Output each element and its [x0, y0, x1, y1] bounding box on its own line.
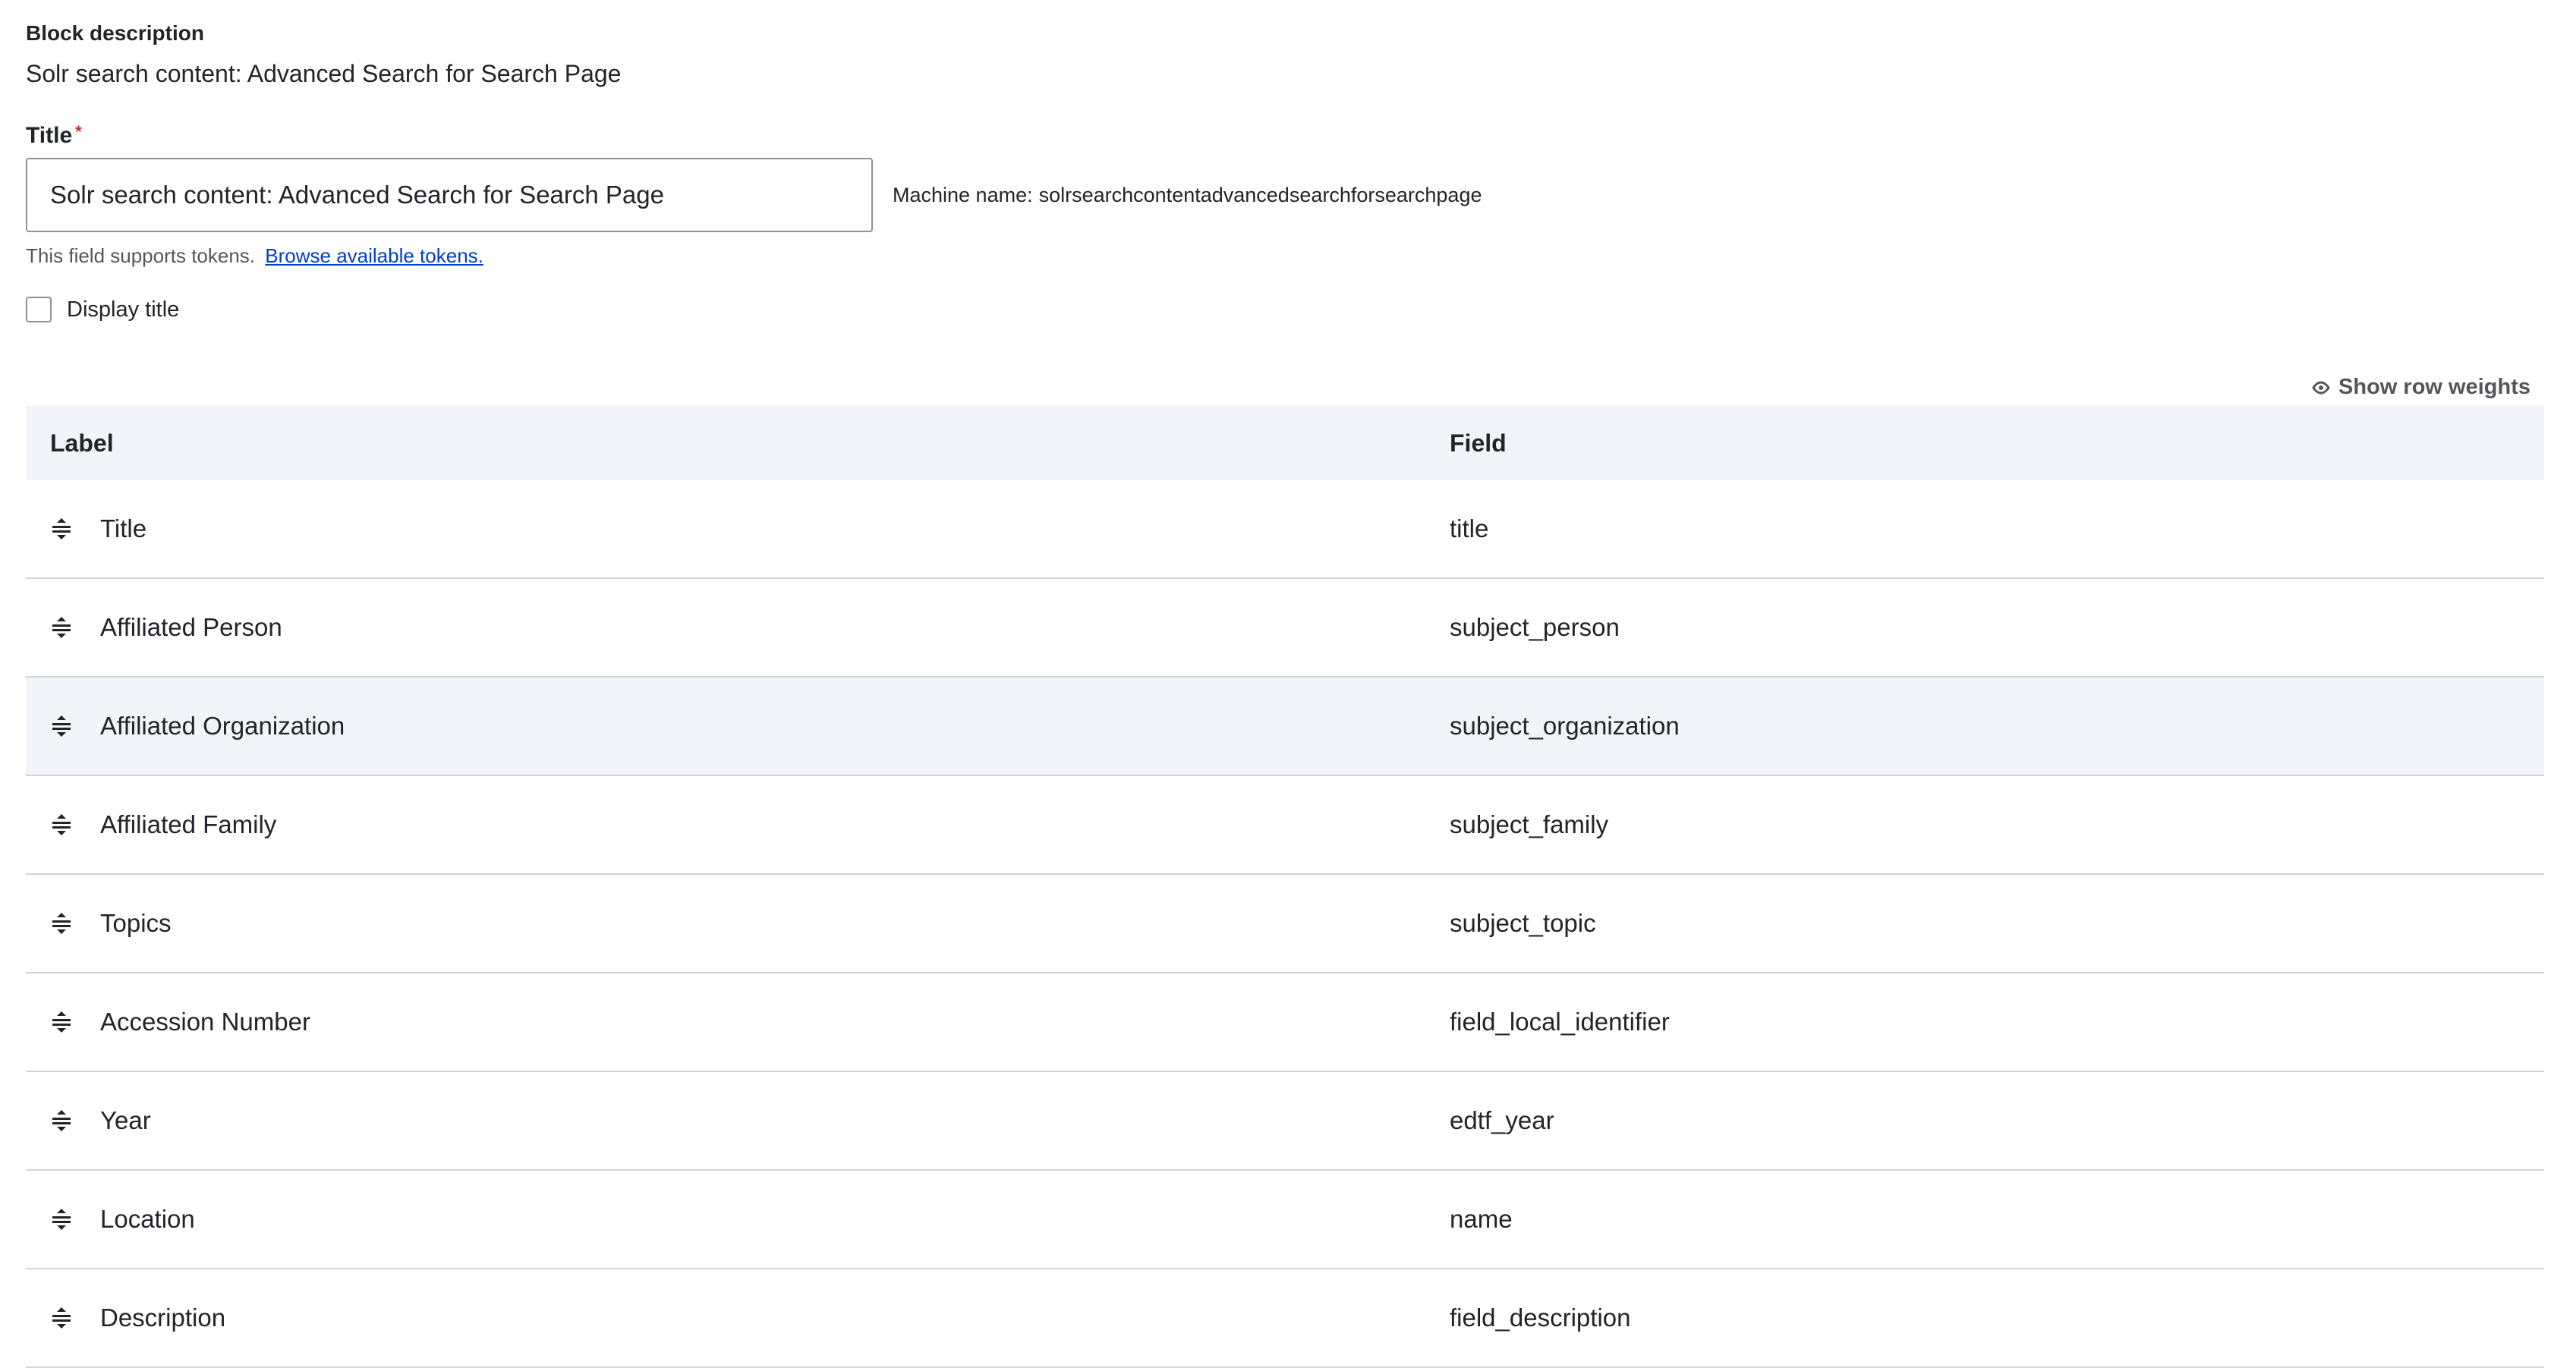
drag-handle-icon[interactable]: [50, 714, 73, 738]
table-row: Description field_description: [26, 1269, 2544, 1368]
title-field-row: Machine name: solrsearchcontentadvanceds…: [26, 158, 2550, 232]
title-input[interactable]: [26, 158, 873, 232]
row-label: Description: [100, 1304, 226, 1332]
eye-icon: [2312, 380, 2330, 395]
row-field: subject_family: [1450, 810, 1609, 838]
title-field-description: This field supports tokens. Browse avail…: [26, 243, 2550, 269]
row-field: subject_topic: [1450, 909, 1596, 937]
display-title-option: Display title: [26, 296, 2550, 323]
row-label: Topics: [100, 909, 172, 937]
drag-handle-icon[interactable]: [50, 1207, 73, 1231]
row-field: field_description: [1450, 1304, 1631, 1332]
header-label: Label: [50, 429, 114, 457]
table-row: Topics subject_topic: [26, 875, 2544, 973]
required-marker: *: [75, 122, 82, 141]
table-row: Year edtf_year: [26, 1072, 2544, 1171]
block-config-form: Block description Solr search content: A…: [0, 0, 2576, 1368]
row-label: Accession Number: [100, 1008, 310, 1036]
row-label: Year: [100, 1106, 151, 1134]
show-row-weights-label: Show row weights: [2338, 375, 2530, 399]
block-description-label: Block description: [26, 21, 204, 45]
machine-name: Machine name: solrsearchcontentadvanceds…: [893, 184, 1482, 207]
row-field: subject_person: [1450, 613, 1620, 641]
title-field-label: Title *: [26, 121, 2550, 150]
row-field: subject_organization: [1450, 712, 1680, 740]
display-title-checkbox[interactable]: [26, 297, 52, 322]
drag-handle-icon[interactable]: [50, 1010, 73, 1034]
drag-handle-icon[interactable]: [50, 517, 73, 541]
drag-handle-icon[interactable]: [50, 1306, 73, 1330]
machine-name-value: solrsearchcontentadvancedsearchforsearch…: [1038, 183, 1482, 206]
row-field: title: [1450, 514, 1489, 542]
row-field: name: [1450, 1205, 1513, 1233]
row-label: Affiliated Person: [100, 613, 282, 641]
row-weights-toggle-row: Show row weights: [26, 375, 2544, 400]
row-label: Affiliated Organization: [100, 712, 345, 740]
table-row: Accession Number field_local_identifier: [26, 973, 2544, 1072]
table-row: Location name: [26, 1171, 2544, 1269]
row-label: Location: [100, 1205, 195, 1233]
row-label: Affiliated Family: [100, 810, 277, 838]
display-title-label[interactable]: Display title: [67, 296, 179, 323]
table-row: Affiliated Person subject_person: [26, 579, 2544, 678]
drag-handle-icon[interactable]: [50, 911, 73, 936]
tokens-support-text: This field supports tokens.: [26, 244, 256, 267]
row-label: Title: [100, 514, 147, 542]
table-row: Title title: [26, 480, 2544, 579]
header-field: Field: [1450, 429, 1507, 457]
row-field: edtf_year: [1450, 1106, 1554, 1134]
machine-name-label: Machine name:: [893, 183, 1033, 206]
drag-handle-icon[interactable]: [50, 615, 73, 640]
table-row: Affiliated Family subject_family: [26, 776, 2544, 875]
table-header: Label Field: [26, 406, 2544, 480]
block-description-value: Solr search content: Advanced Search for…: [26, 60, 622, 87]
table-row: Affiliated Organization subject_organiza…: [26, 678, 2544, 776]
title-label-text: Title: [26, 123, 73, 148]
drag-handle-icon[interactable]: [50, 1109, 73, 1133]
fields-table: Label Field Title title Affiliated Perso…: [26, 406, 2544, 1368]
row-field: field_local_identifier: [1450, 1008, 1670, 1036]
show-row-weights-button[interactable]: Show row weights: [2311, 375, 2544, 400]
block-description-section: Block description Solr search content: A…: [26, 20, 2550, 90]
drag-handle-icon[interactable]: [50, 813, 73, 837]
browse-tokens-link[interactable]: Browse available tokens.: [265, 244, 483, 267]
